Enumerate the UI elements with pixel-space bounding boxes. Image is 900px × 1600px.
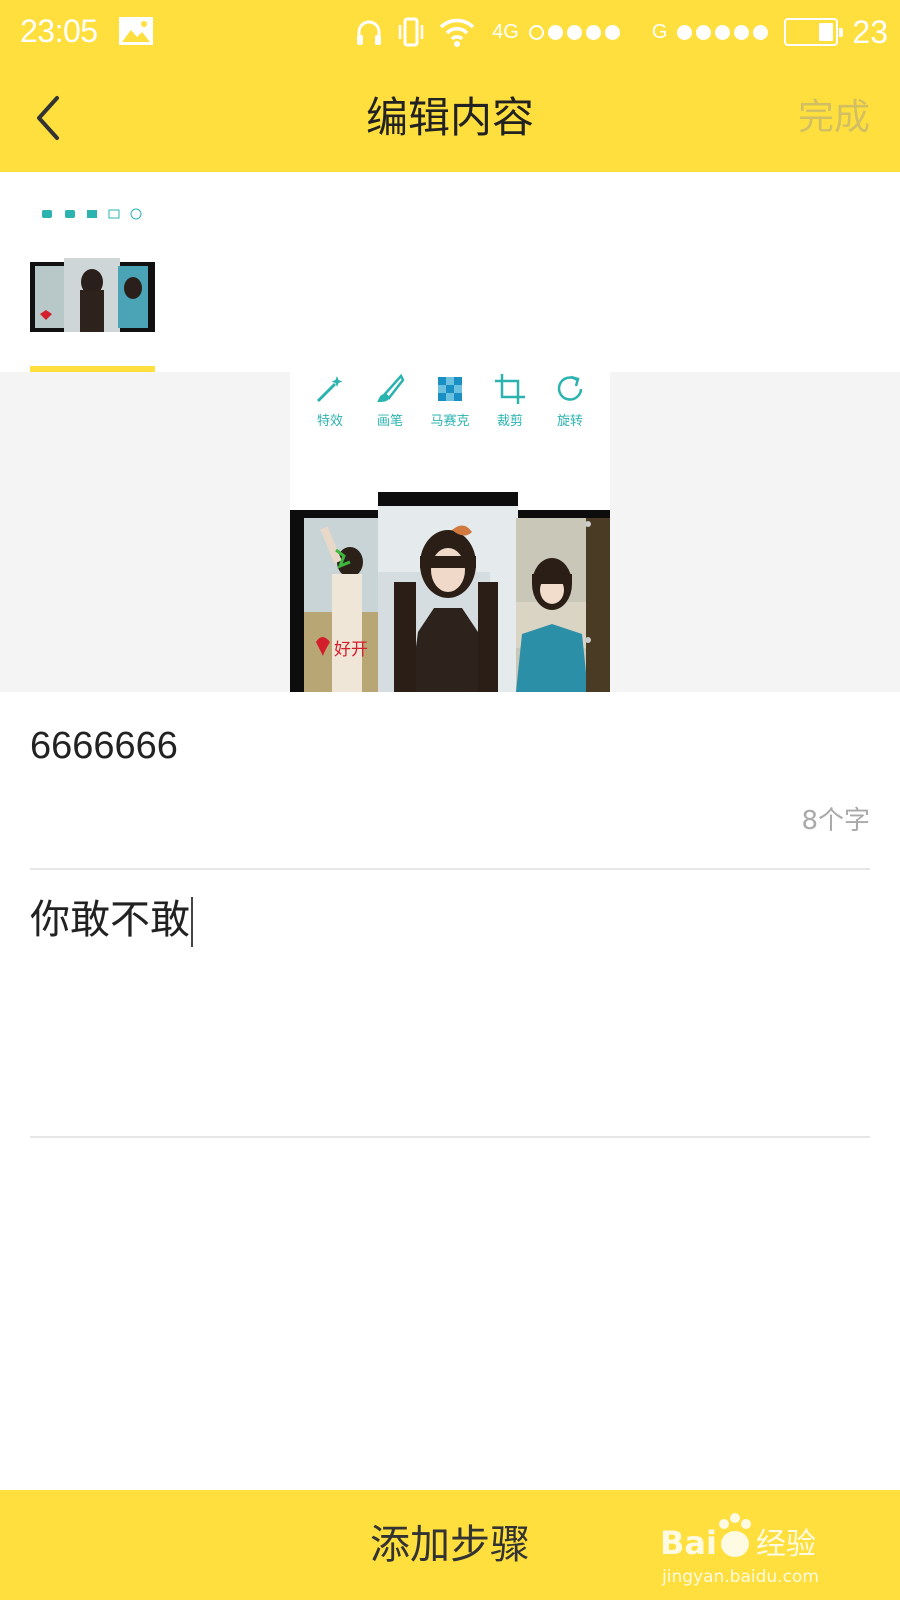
tool-effects: 特效 (304, 372, 356, 442)
status-bar: 23:05 4G G 23 (0, 0, 900, 64)
tool-rotate: 旋转 (544, 372, 596, 442)
rotate-icon (557, 375, 583, 401)
signal-strength-2 (677, 24, 769, 40)
image-preview[interactable]: 特效 画笔 马赛克 裁剪 旋转 好开 (290, 372, 610, 692)
bottom-bar: 添加步骤 Bai 经验 jingyan.baidu.com (0, 1490, 900, 1600)
watermark-brand: Bai (660, 1524, 717, 1562)
collage-doodle-text: 好开 (334, 640, 368, 660)
tool-mosaic: 马赛克 (424, 372, 476, 442)
watermark-url: jingyan.baidu.com (661, 1567, 819, 1587)
wifi-icon (439, 18, 475, 47)
tool-label: 画笔 (376, 414, 403, 429)
image-tool-row: 特效 画笔 马赛克 裁剪 旋转 (290, 372, 610, 442)
tool-label: 裁剪 (496, 414, 523, 429)
network-type-1: 4G (492, 20, 519, 43)
thumbnail-image (30, 202, 155, 342)
magic-wand-icon (316, 376, 343, 403)
tool-label: 旋转 (556, 414, 583, 429)
status-time: 23:05 (20, 13, 98, 49)
tool-label: 特效 (316, 414, 343, 429)
image-preview-area: 特效 画笔 马赛克 裁剪 旋转 好开 (0, 372, 900, 692)
brush-icon (377, 373, 405, 402)
status-indicators: 4G G 23 (354, 12, 888, 52)
signal-strength-1 (528, 24, 620, 40)
watermark-brand-2: 经验 (756, 1527, 816, 1562)
divider (30, 868, 870, 870)
thumbnail-strip (0, 172, 900, 372)
step-content-input[interactable]: 你敢不敢 (30, 890, 870, 950)
divider (30, 1136, 870, 1138)
tool-crop: 裁剪 (484, 372, 536, 442)
step-content-text: 你敢不敢 (30, 897, 190, 943)
crop-icon (495, 374, 525, 404)
vibrate-icon (398, 17, 424, 47)
network-type-2: G (651, 20, 668, 43)
text-cursor (191, 897, 193, 947)
battery-icon (784, 18, 844, 46)
collage-photo: 好开 (290, 492, 610, 692)
nav-bar: 编辑内容 完成 (0, 64, 900, 172)
tool-brush: 画笔 (364, 372, 416, 442)
gallery-icon (119, 17, 153, 45)
done-button[interactable]: 完成 (798, 92, 870, 144)
battery-level: 23 (852, 13, 888, 50)
step-title-input[interactable]: 6666666 (30, 718, 870, 774)
baidu-jingyan-watermark: Bai 经验 jingyan.baidu.com (660, 1513, 819, 1587)
mosaic-icon (438, 377, 462, 401)
image-thumbnail[interactable] (30, 202, 155, 342)
headphones-icon (357, 20, 382, 45)
page-title: 编辑内容 (365, 93, 534, 142)
tool-label: 马赛克 (430, 414, 470, 429)
character-count: 8个字 (801, 806, 870, 836)
